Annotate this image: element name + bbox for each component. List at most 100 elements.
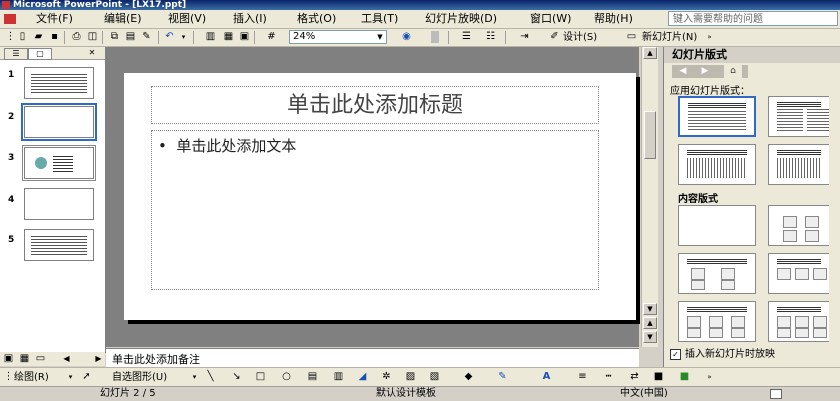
numbering-icon[interactable]: ☰ bbox=[460, 31, 473, 43]
arrow-style-icon[interactable]: ⇄ bbox=[628, 371, 641, 383]
layout-title-only[interactable] bbox=[678, 96, 756, 137]
toolbar-overflow-icon[interactable]: » bbox=[703, 371, 716, 383]
layout-vertical-text[interactable] bbox=[768, 144, 830, 185]
notes-pane[interactable]: 单击此处添加备注 bbox=[106, 348, 639, 367]
print-icon[interactable]: ⎙ bbox=[70, 31, 83, 43]
body-placeholder[interactable]: • 单击此处添加文本 bbox=[151, 130, 599, 290]
tables-borders-icon[interactable]: ▣ bbox=[238, 31, 251, 43]
shadow-style-icon[interactable]: ■ bbox=[652, 371, 665, 383]
menu-insert[interactable]: 插入(I) bbox=[233, 12, 267, 26]
toolbar-overflow-icon[interactable]: » bbox=[703, 31, 716, 43]
3d-style-icon[interactable]: ■ bbox=[678, 371, 691, 383]
menu-slideshow[interactable]: 幻灯片放映(D) bbox=[425, 12, 497, 26]
layout-title-text[interactable] bbox=[678, 144, 756, 185]
close-icon[interactable]: ✕ bbox=[86, 48, 98, 58]
new-document-icon[interactable]: ▯ bbox=[16, 31, 29, 43]
slide-thumbnail[interactable] bbox=[24, 229, 94, 261]
menu-view[interactable]: 视图(V) bbox=[168, 12, 206, 26]
notes-placeholder[interactable]: 单击此处添加备注 bbox=[112, 351, 200, 367]
spelling-icon[interactable] bbox=[770, 389, 782, 399]
undo-icon[interactable]: ↶ bbox=[163, 31, 176, 43]
normal-view-icon[interactable]: ▣ bbox=[2, 353, 15, 365]
back-icon[interactable]: ◀ bbox=[674, 65, 692, 78]
layout-two-column[interactable] bbox=[768, 96, 833, 137]
rectangle-icon[interactable]: □ bbox=[254, 371, 267, 383]
chevron-down-icon[interactable]: ▾ bbox=[64, 371, 77, 383]
bullets-icon[interactable]: ☷ bbox=[484, 31, 497, 43]
indent-icon[interactable]: ⇥ bbox=[518, 31, 531, 43]
tab-outline-icon[interactable]: ☰ bbox=[4, 48, 28, 60]
clipart-icon[interactable]: ▨ bbox=[404, 371, 417, 383]
vertical-scrollbar[interactable]: ▲ ▼ ▲ ▼ bbox=[641, 47, 658, 347]
slide-canvas[interactable]: 单击此处添加标题 • 单击此处添加文本 bbox=[124, 73, 636, 320]
menu-file[interactable]: 文件(F) bbox=[36, 12, 73, 26]
design-button[interactable]: 设计(S) bbox=[563, 31, 597, 44]
save-icon[interactable]: ▪ bbox=[48, 31, 61, 43]
show-grid-icon[interactable]: # bbox=[265, 31, 278, 43]
scroll-left-icon[interactable]: ◀ bbox=[60, 353, 73, 365]
layout-title-content[interactable] bbox=[678, 253, 756, 294]
menu-edit[interactable]: 编辑(E) bbox=[104, 12, 142, 26]
oval-icon[interactable]: ○ bbox=[280, 371, 293, 383]
line-style-icon[interactable]: ≡ bbox=[576, 371, 589, 383]
diagram-icon[interactable]: ✲ bbox=[380, 371, 393, 383]
copy-icon[interactable]: ⧉ bbox=[108, 31, 121, 43]
show-on-insert-checkbox[interactable]: ✓ 插入新幻灯片时放映 bbox=[670, 348, 840, 362]
previous-slide-icon[interactable]: ▲ bbox=[643, 317, 657, 329]
forward-icon[interactable]: ▶ bbox=[696, 65, 714, 78]
menu-format[interactable]: 格式(O) bbox=[297, 12, 336, 26]
open-folder-icon[interactable]: ▰ bbox=[32, 31, 45, 43]
print-preview-icon[interactable]: ◫ bbox=[86, 31, 99, 43]
slide-thumbnail[interactable] bbox=[24, 67, 94, 99]
fill-color-icon[interactable]: ◆ bbox=[462, 371, 475, 383]
layout-four-content[interactable] bbox=[678, 301, 756, 342]
scroll-up-icon[interactable]: ▲ bbox=[643, 47, 657, 59]
task-pane-scrollbar[interactable] bbox=[829, 63, 840, 345]
help-search-input[interactable]: 键入需要帮助的问题 bbox=[668, 11, 838, 26]
home-icon[interactable]: ⌂ bbox=[724, 65, 742, 78]
dash-style-icon[interactable]: ┅ bbox=[602, 371, 615, 383]
slideshow-view-icon[interactable]: ▭ bbox=[34, 353, 47, 365]
slide-sorter-view-icon[interactable]: ▦ bbox=[18, 353, 31, 365]
text-box-icon[interactable]: ▤ bbox=[306, 371, 319, 383]
chevron-down-icon[interactable]: ▼ bbox=[375, 32, 385, 42]
chevron-down-icon[interactable]: ▾ bbox=[188, 371, 201, 383]
vertical-text-box-icon[interactable]: ▥ bbox=[332, 371, 345, 383]
design-icon[interactable]: ✐ bbox=[548, 31, 561, 43]
insert-table-icon[interactable]: ▦ bbox=[222, 31, 235, 43]
slide-thumbnail-selected[interactable] bbox=[21, 103, 97, 141]
slide-thumbnail[interactable] bbox=[22, 145, 96, 181]
arrow-icon[interactable]: ↘ bbox=[230, 371, 243, 383]
help-icon[interactable]: ◉ bbox=[400, 31, 413, 43]
line-icon[interactable]: ╲ bbox=[204, 371, 217, 383]
draw-menu-button[interactable]: 绘图(R) bbox=[14, 371, 49, 384]
scroll-thumb[interactable] bbox=[644, 111, 656, 159]
zoom-select[interactable]: 24% ▼ bbox=[289, 30, 387, 44]
autoshapes-button[interactable]: 自选图形(U) bbox=[112, 371, 167, 384]
new-slide-button[interactable]: 新幻灯片(N) bbox=[642, 31, 697, 44]
format-painter-icon[interactable]: ✎ bbox=[140, 31, 153, 43]
insert-chart-icon[interactable]: ▥ bbox=[204, 31, 217, 43]
line-color-icon[interactable]: ✎ bbox=[496, 371, 509, 383]
undo-dropdown-icon[interactable]: ▾ bbox=[177, 31, 190, 43]
new-slide-icon[interactable]: ▭ bbox=[625, 31, 638, 43]
paste-icon[interactable]: ▤ bbox=[124, 31, 137, 43]
slide-thumbnail[interactable] bbox=[24, 188, 94, 220]
layout-content-grid[interactable] bbox=[768, 301, 830, 342]
insert-picture-icon[interactable]: ▧ bbox=[428, 371, 441, 383]
next-slide-icon[interactable]: ▼ bbox=[643, 331, 657, 343]
document-icon[interactable] bbox=[4, 14, 16, 24]
layout-content[interactable] bbox=[768, 205, 830, 246]
menu-window[interactable]: 窗口(W) bbox=[530, 12, 571, 26]
menu-help[interactable]: 帮助(H) bbox=[594, 12, 633, 26]
wordart-icon[interactable]: ◢ bbox=[356, 371, 369, 383]
layout-blank[interactable] bbox=[678, 205, 756, 246]
toolbar-options-icon[interactable] bbox=[431, 31, 439, 43]
scroll-down-icon[interactable]: ▼ bbox=[643, 303, 657, 315]
scroll-right-icon[interactable]: ▶ bbox=[92, 353, 105, 365]
select-objects-icon[interactable]: ➚ bbox=[80, 371, 93, 383]
checkbox-checked-icon[interactable]: ✓ bbox=[670, 348, 681, 360]
font-color-icon[interactable]: A bbox=[540, 371, 553, 383]
layout-two-content[interactable] bbox=[768, 253, 830, 294]
tab-slides-icon[interactable]: ▢ bbox=[28, 48, 52, 60]
